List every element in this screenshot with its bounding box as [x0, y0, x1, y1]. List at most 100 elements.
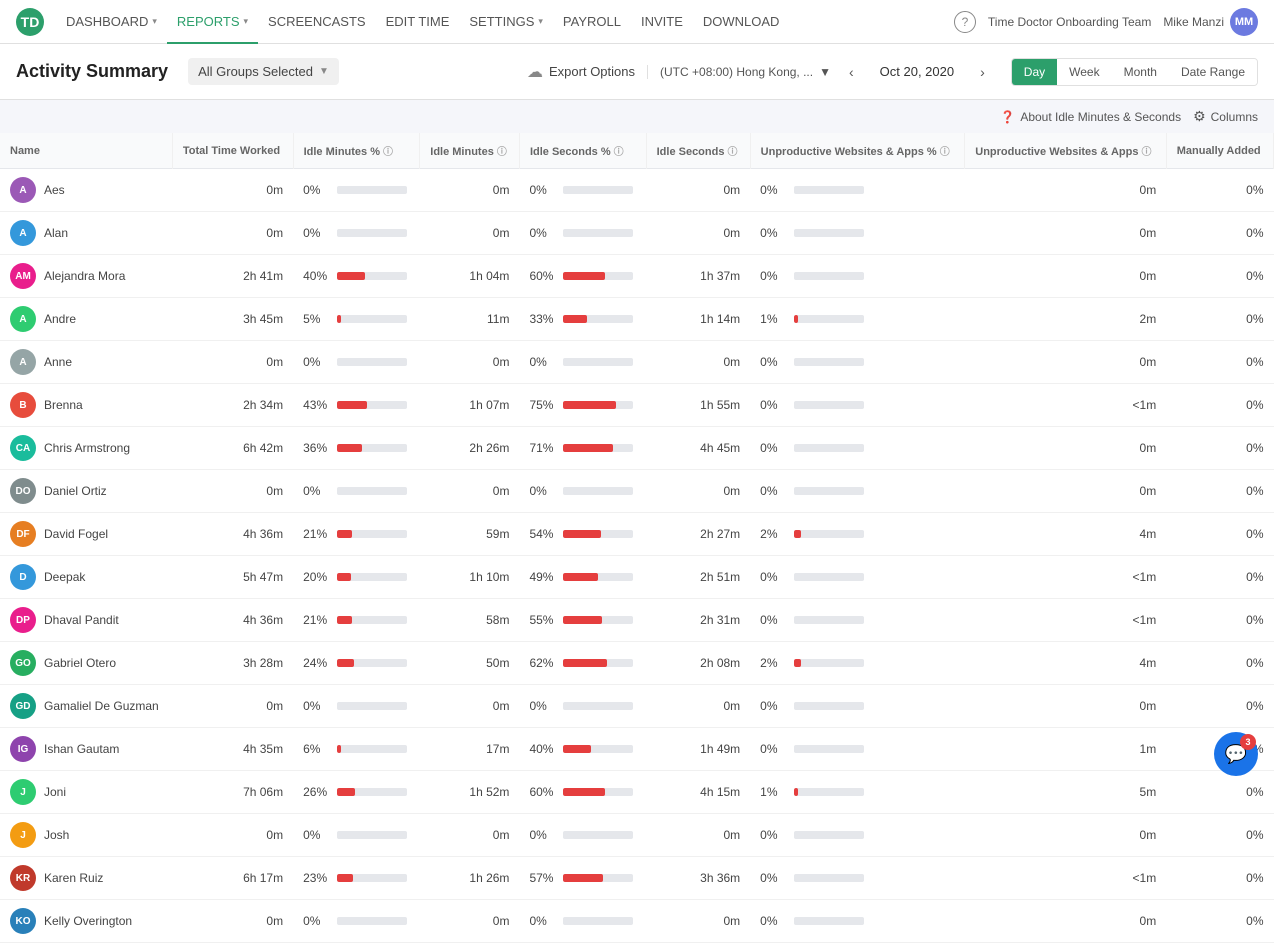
name-cell[interactable]: AM Alejandra Mora — [0, 255, 172, 298]
idle-sec-pct-cell: 0% — [519, 169, 646, 212]
idle-sec-pct-val: 0% — [529, 914, 557, 928]
next-date-button[interactable]: › — [974, 60, 991, 84]
nav-item-reports[interactable]: REPORTS▾ — [167, 0, 258, 44]
user-menu[interactable]: Mike Manzi MM — [1163, 8, 1258, 36]
info-icon[interactable]: ⓘ — [614, 147, 624, 158]
total-time-cell: 3h 28m — [172, 642, 293, 685]
name-cell[interactable]: GD Gamaliel De Guzman — [0, 685, 172, 728]
export-button[interactable]: ☁ Export Options — [527, 62, 635, 82]
name-cell[interactable]: D Deepak — [0, 556, 172, 599]
table-row: DP Dhaval Pandit 4h 36m 21% 58m 55% 2h 3… — [0, 599, 1274, 642]
idle-sec-pct-val: 60% — [529, 785, 557, 799]
col-name: Name — [0, 133, 172, 169]
unprod-bar — [794, 229, 864, 237]
nav-item-download[interactable]: DOWNLOAD — [693, 0, 790, 44]
columns-button[interactable]: ⚙ Columns — [1193, 108, 1258, 125]
name-cell[interactable]: IG Ishan Gautam — [0, 728, 172, 771]
idle-sec-bar — [563, 616, 633, 624]
unprod-bar — [794, 874, 864, 882]
unprod-cell: 0m — [965, 212, 1166, 255]
name-cell[interactable]: J Joni — [0, 771, 172, 814]
unprod-cell: <1m — [965, 857, 1166, 900]
unprod-pct-cell: 0% — [750, 556, 965, 599]
unprod-cell: 0m — [965, 814, 1166, 857]
idle-sec-pct-cell: 0% — [519, 341, 646, 384]
idle-sec-pct-cell: 0% — [519, 685, 646, 728]
idle-min-pct-cell: 20% — [293, 556, 420, 599]
nav-item-settings[interactable]: SETTINGS▾ — [459, 0, 553, 44]
info-icon[interactable]: ⓘ — [383, 147, 393, 158]
name-cell[interactable]: GO Gabriel Otero — [0, 642, 172, 685]
idle-min-pct-cell: 0% — [293, 212, 420, 255]
name-cell[interactable]: KO Kelly Overington — [0, 900, 172, 943]
name-cell[interactable]: A Andre — [0, 298, 172, 341]
help-button[interactable]: ? — [954, 11, 976, 33]
idle-sec-bar-fill — [563, 616, 602, 624]
nav-item-invite[interactable]: INVITE — [631, 0, 693, 44]
nav-item-screencasts[interactable]: SCREENCASTS — [258, 0, 376, 44]
idle-min-pct-cell: 0% — [293, 814, 420, 857]
name-cell[interactable]: J Josh — [0, 814, 172, 857]
name-cell[interactable]: A Alan — [0, 212, 172, 255]
idle-min-bar — [337, 702, 407, 710]
manual-cell: 0% — [1166, 857, 1273, 900]
idle-sec-bar — [563, 401, 633, 409]
nav-item-payroll[interactable]: PAYROLL — [553, 0, 631, 44]
idle-min-pct-cell: 24% — [293, 642, 420, 685]
idle-sec-pct-val: 75% — [529, 398, 557, 412]
date-tab-date-range[interactable]: Date Range — [1169, 59, 1257, 85]
chat-button[interactable]: 💬 3 — [1214, 732, 1258, 776]
name-cell[interactable]: CA Chris Armstrong — [0, 427, 172, 470]
name-cell[interactable]: A Anne — [0, 341, 172, 384]
manual-cell: 0% — [1166, 771, 1273, 814]
total-time-cell: 4h 36m — [172, 599, 293, 642]
name-cell[interactable]: DP Dhaval Pandit — [0, 599, 172, 642]
unprod-pct-val: 1% — [760, 312, 788, 326]
date-tab-day[interactable]: Day — [1012, 59, 1057, 85]
idle-min-pct-val: 21% — [303, 527, 331, 541]
table-row: KO Kelly Overington 0m 0% 0m 0% 0m 0% 0m… — [0, 900, 1274, 943]
name-cell[interactable]: A Aes — [0, 169, 172, 212]
idle-min-pct-cell: 5% — [293, 298, 420, 341]
unprod-pct-val: 0% — [760, 914, 788, 928]
idle-sec-bar — [563, 487, 633, 495]
timezone-selector[interactable]: (UTC +08:00) Hong Kong, ... ▼ — [647, 65, 831, 79]
info-icon[interactable]: ⓘ — [940, 147, 950, 158]
idle-sec-bar-fill — [563, 272, 605, 280]
user-name-label: Josh — [44, 828, 69, 842]
idle-sec-cell: 3h 36m — [646, 857, 750, 900]
total-time-cell: 2h 34m — [172, 384, 293, 427]
nav-item-dashboard[interactable]: DASHBOARD▾ — [56, 0, 167, 44]
manual-cell: 0% — [1166, 298, 1273, 341]
nav-right: ? Time Doctor Onboarding Team Mike Manzi… — [954, 8, 1258, 36]
idle-sec-bar-fill — [563, 659, 606, 667]
name-cell[interactable]: KR Karen Ruiz — [0, 857, 172, 900]
groups-dropdown[interactable]: All Groups Selected ▼ — [188, 58, 339, 85]
user-name-label: Deepak — [44, 570, 85, 584]
info-icon[interactable]: ⓘ — [1141, 147, 1151, 158]
name-cell[interactable]: DO Daniel Ortiz — [0, 470, 172, 513]
avatar: DP — [10, 607, 36, 633]
nav-item-edit-time[interactable]: EDIT TIME — [376, 0, 460, 44]
idle-min-bar — [337, 401, 407, 409]
unprod-pct-cell: 0% — [750, 169, 965, 212]
idle-sec-pct-val: 0% — [529, 699, 557, 713]
idle-sec-bar — [563, 272, 633, 280]
unprod-pct-val: 0% — [760, 828, 788, 842]
date-tab-week[interactable]: Week — [1057, 59, 1111, 85]
info-icon[interactable]: ⓘ — [727, 147, 737, 158]
idle-min-pct-cell: 21% — [293, 599, 420, 642]
date-tab-month[interactable]: Month — [1112, 59, 1169, 85]
about-idle-button[interactable]: ❓ About Idle Minutes & Seconds — [1000, 110, 1181, 124]
info-icon[interactable]: ⓘ — [497, 147, 507, 158]
prev-date-button[interactable]: ‹ — [843, 60, 860, 84]
unprod-pct-cell: 0% — [750, 814, 965, 857]
unprod-cell: 4m — [965, 513, 1166, 556]
idle-min-bar-fill — [337, 659, 354, 667]
logo[interactable]: TD — [16, 8, 44, 36]
manual-cell: 0% — [1166, 814, 1273, 857]
idle-min-pct-val: 40% — [303, 269, 331, 283]
name-cell[interactable]: DF David Fogel — [0, 513, 172, 556]
name-cell[interactable]: B Brenna — [0, 384, 172, 427]
total-time-cell: 0m — [172, 685, 293, 728]
